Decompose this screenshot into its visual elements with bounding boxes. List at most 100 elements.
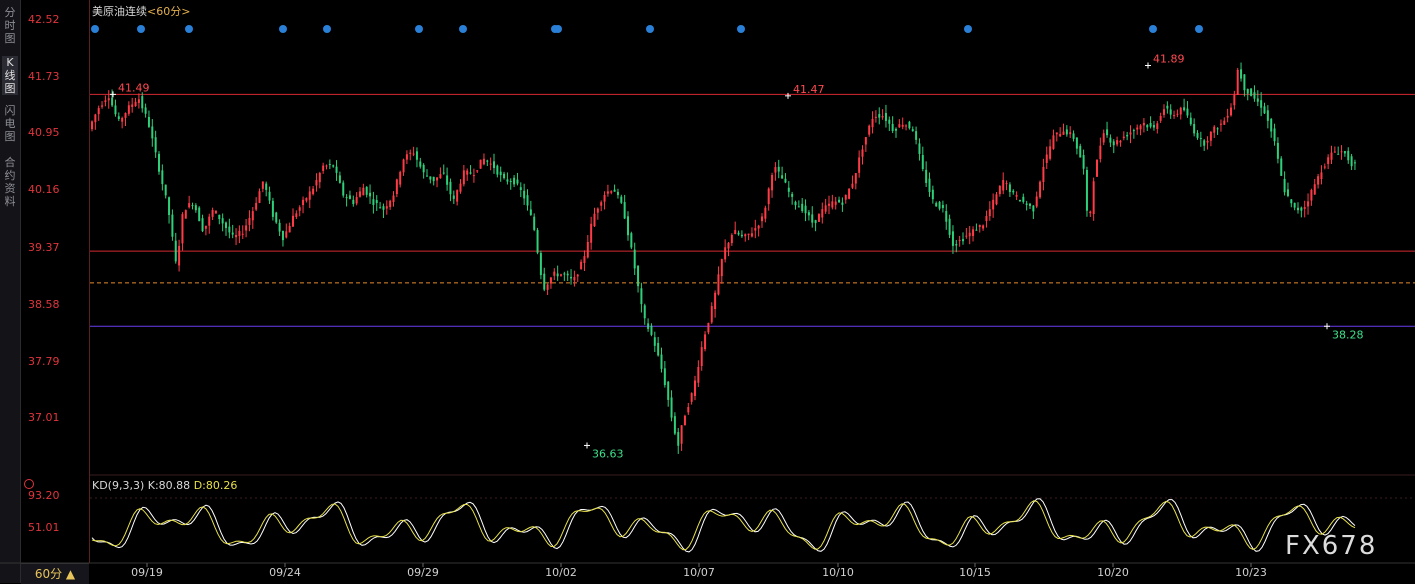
candle-body [251, 211, 254, 221]
candle-body [141, 96, 144, 109]
candle-body [1042, 166, 1045, 182]
candle-body [275, 212, 278, 223]
candle-body [308, 191, 311, 200]
candle-body [1253, 92, 1256, 99]
candle-body [479, 159, 482, 169]
candle-body [295, 213, 298, 218]
candle-body [405, 154, 408, 160]
candle-body [553, 271, 556, 276]
candle-body [660, 354, 663, 369]
candle-body [580, 261, 583, 270]
candle-body [322, 165, 325, 171]
candle-body [962, 239, 964, 242]
candle-body [1186, 108, 1189, 116]
event-dot [1149, 25, 1157, 33]
candle-body [673, 416, 676, 434]
candle-body [586, 241, 589, 258]
period-selector-button[interactable]: 60分 ▲ [21, 563, 89, 584]
candle-body [710, 306, 713, 323]
candle-body [482, 158, 485, 165]
candle-body [355, 197, 358, 204]
candle-body [1102, 133, 1105, 143]
x-tick-label: 09/19 [131, 566, 163, 579]
candle-body [687, 407, 690, 413]
candle-body [583, 256, 586, 264]
candle-body [891, 123, 894, 131]
event-dot [279, 25, 287, 33]
candle-body [372, 199, 375, 205]
candle-body [1015, 195, 1018, 197]
candle-body [791, 193, 794, 197]
candle-body [1062, 131, 1065, 135]
candle-body [1069, 132, 1072, 135]
candle-body [1209, 131, 1212, 141]
candle-body [506, 179, 509, 182]
candle-body [1240, 69, 1243, 79]
candle-body [1112, 141, 1115, 146]
candle-body [104, 100, 107, 103]
candle-body [958, 240, 961, 242]
candle-body [1236, 69, 1239, 95]
x-tick-label: 09/24 [269, 566, 301, 579]
candle-body [1230, 107, 1232, 116]
candle-body [1109, 137, 1112, 143]
candle-body [1243, 74, 1246, 91]
candle-body [1173, 115, 1176, 117]
candle-body [536, 230, 539, 253]
candle-body [1219, 123, 1222, 125]
candle-body [653, 337, 656, 346]
indicator-settings-icon[interactable] [24, 479, 34, 489]
candle-body [600, 202, 603, 206]
candle-body [874, 116, 877, 118]
event-dot [459, 25, 467, 33]
kd-k-value: K:80.88 [147, 479, 191, 492]
candle-body [248, 217, 251, 225]
candle-body [734, 229, 737, 235]
candle-body [111, 97, 114, 106]
event-dot [185, 25, 193, 33]
candle-body [409, 152, 412, 154]
candle-body [1260, 100, 1263, 108]
candle-body [616, 191, 619, 196]
candle-body [831, 201, 834, 208]
price-chart[interactable]: 41.49 41.47 41.89 36.63 38.28 09/19 09/24 09/29… [0, 0, 1415, 583]
candle-body [683, 415, 686, 426]
candle-body [268, 191, 271, 201]
candle-body [750, 233, 753, 237]
candle-body [988, 209, 991, 217]
x-tick-label: 10/23 [1235, 566, 1267, 579]
candle-body [137, 99, 140, 103]
candle-body [1005, 183, 1008, 185]
candle-body [389, 200, 392, 208]
candle-body [613, 189, 616, 192]
event-dot [646, 25, 654, 33]
candle-body [868, 125, 871, 135]
candle-body [737, 232, 740, 235]
candle-body [590, 223, 593, 243]
extreme-label: 36.63 [592, 447, 624, 460]
watermark-logo: FX678 [1285, 531, 1378, 561]
candle-body [392, 195, 395, 202]
candle-body [670, 397, 673, 418]
candle-body [265, 183, 268, 190]
candle-body [824, 205, 827, 212]
candle-body [1226, 115, 1229, 118]
candle-body [241, 233, 244, 235]
candle-body [426, 175, 428, 177]
candle-body [1159, 115, 1162, 121]
candle-body [1163, 109, 1165, 115]
candle-body [931, 189, 934, 200]
candle-body [968, 232, 971, 237]
candle-body [918, 143, 921, 154]
candle-body [817, 214, 820, 222]
candle-body [774, 167, 777, 173]
candle-body [1119, 140, 1122, 143]
candle-body [476, 170, 479, 172]
candle-body [533, 216, 536, 230]
candle-body [399, 171, 402, 185]
candle-body [794, 201, 797, 206]
candle-body [1196, 132, 1199, 138]
candle-body [998, 186, 1001, 195]
candle-body [915, 131, 918, 140]
candle-body [861, 149, 864, 157]
